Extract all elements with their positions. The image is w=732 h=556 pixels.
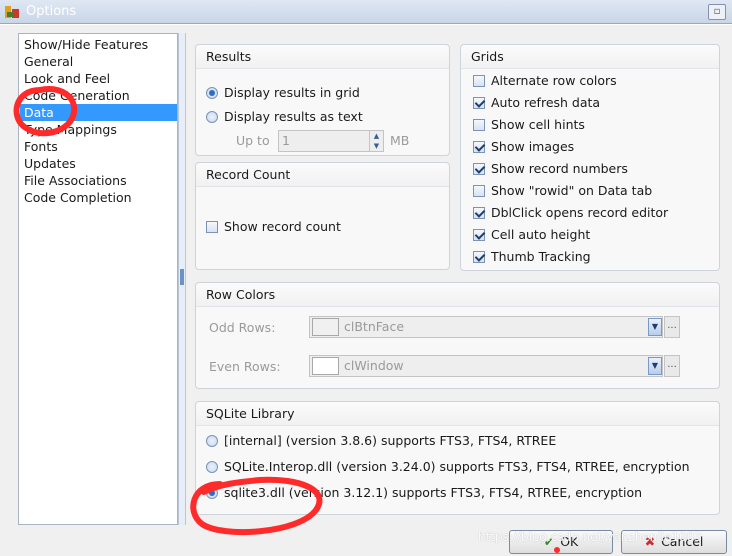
auto-refresh-label: Auto refresh data xyxy=(491,95,601,110)
cell-auto-height-label: Cell auto height xyxy=(491,227,591,242)
app-icon xyxy=(5,6,19,18)
thumb-tracking-checkbox[interactable] xyxy=(473,251,485,263)
cell-hints-checkbox[interactable] xyxy=(473,119,485,131)
alternate-row-colors-label: Alternate row colors xyxy=(491,73,617,88)
even-rows-swatch xyxy=(312,357,339,375)
thumb-tracking-label: Thumb Tracking xyxy=(491,249,591,264)
options-category-list[interactable]: Show/Hide Features General Look and Feel… xyxy=(18,33,178,525)
sqlite-internal-radio[interactable] xyxy=(206,435,218,447)
show-record-count-checkbox[interactable] xyxy=(206,221,218,233)
nav-item-updates[interactable]: Updates xyxy=(20,155,177,172)
show-rowid-label: Show "rowid" on Data tab xyxy=(491,183,653,198)
display-grid-radio[interactable] xyxy=(206,87,218,99)
nav-item-fonts[interactable]: Fonts xyxy=(20,138,177,155)
spinner-arrows-icon[interactable]: ▲ ▼ xyxy=(369,131,383,151)
upto-value: 1 xyxy=(282,133,290,148)
display-text-radio[interactable] xyxy=(206,111,218,123)
nav-item-code-generation[interactable]: Code Generation xyxy=(20,87,177,104)
row-colors-group-title: Row Colors xyxy=(196,283,719,307)
nav-item-code-completion[interactable]: Code Completion xyxy=(20,189,177,206)
sqlite-interop-radio[interactable] xyxy=(206,461,218,473)
sqlite-library-group: SQLite Library [internal] (version 3.8.6… xyxy=(195,401,720,515)
even-rows-ellipsis-button[interactable]: ... xyxy=(664,355,680,377)
grids-group-title: Grids xyxy=(461,45,719,69)
nav-item-general[interactable]: General xyxy=(20,53,177,70)
cell-hints-label: Show cell hints xyxy=(491,117,585,132)
upto-label: Up to xyxy=(236,133,270,148)
nav-item-data[interactable]: Data xyxy=(20,104,177,121)
auto-refresh-checkbox[interactable] xyxy=(473,97,485,109)
even-rows-value: clWindow xyxy=(344,358,404,373)
chevron-down-icon[interactable]: ▼ xyxy=(648,357,662,375)
splitter-grip[interactable] xyxy=(180,269,184,285)
record-count-group-title: Record Count xyxy=(196,163,449,187)
chevron-down-icon[interactable]: ▼ xyxy=(648,318,662,336)
record-numbers-checkbox[interactable] xyxy=(473,163,485,175)
record-count-group: Record Count Show record count xyxy=(195,162,450,270)
display-text-label: Display results as text xyxy=(224,109,363,124)
results-group: Results Display results in grid Display … xyxy=(195,44,450,156)
dblclick-editor-label: DblClick opens record editor xyxy=(491,205,669,220)
show-record-count-label: Show record count xyxy=(224,219,341,234)
sqlite-library-group-title: SQLite Library xyxy=(196,402,719,426)
even-rows-label: Even Rows: xyxy=(209,359,281,374)
odd-rows-color-select[interactable]: clBtnFace ▼ xyxy=(309,316,663,338)
cell-auto-height-checkbox[interactable] xyxy=(473,229,485,241)
sqlite-interop-label: SQLite.Interop.dll (version 3.24.0) supp… xyxy=(224,459,690,474)
panel-splitter[interactable] xyxy=(178,33,186,525)
row-colors-group: Row Colors Odd Rows: clBtnFace ▼ ... Eve… xyxy=(195,282,720,389)
upto-unit: MB xyxy=(390,133,410,148)
record-numbers-label: Show record numbers xyxy=(491,161,628,176)
sqlite3dll-radio[interactable] xyxy=(206,487,218,499)
nav-item-look-and-feel[interactable]: Look and Feel xyxy=(20,70,177,87)
upto-spinner[interactable]: 1 ▲ ▼ xyxy=(278,130,384,152)
grids-group: Grids Alternate row colors Auto refresh … xyxy=(460,44,720,271)
show-images-label: Show images xyxy=(491,139,575,154)
alternate-row-colors-checkbox[interactable] xyxy=(473,75,485,87)
show-images-checkbox[interactable] xyxy=(473,141,485,153)
nav-item-show-hide-features[interactable]: Show/Hide Features xyxy=(20,36,177,53)
nav-item-file-associations[interactable]: File Associations xyxy=(20,172,177,189)
odd-rows-label: Odd Rows: xyxy=(209,320,276,335)
data-options-panel: Results Display results in grid Display … xyxy=(186,33,732,525)
nav-item-type-mappings[interactable]: Type Mappings xyxy=(20,121,177,138)
sqlite-internal-label: [internal] (version 3.8.6) supports FTS3… xyxy=(224,433,557,448)
odd-rows-swatch xyxy=(312,318,339,336)
dblclick-editor-checkbox[interactable] xyxy=(473,207,485,219)
odd-rows-ellipsis-button[interactable]: ... xyxy=(664,316,680,338)
title-bar: Options ▫ xyxy=(0,0,732,24)
show-rowid-checkbox[interactable] xyxy=(473,185,485,197)
results-group-title: Results xyxy=(196,45,449,69)
display-grid-label: Display results in grid xyxy=(224,85,360,100)
even-rows-color-select[interactable]: clWindow ▼ xyxy=(309,355,663,377)
watermark: https://blog.csdn.net/yanzhenjie1003 xyxy=(478,530,702,544)
window-title: Options xyxy=(26,4,77,19)
restore-button[interactable]: ▫ xyxy=(708,4,726,20)
sqlite3dll-label: sqlite3.dll (version 3.12.1) supports FT… xyxy=(224,485,643,500)
odd-rows-value: clBtnFace xyxy=(344,319,405,334)
